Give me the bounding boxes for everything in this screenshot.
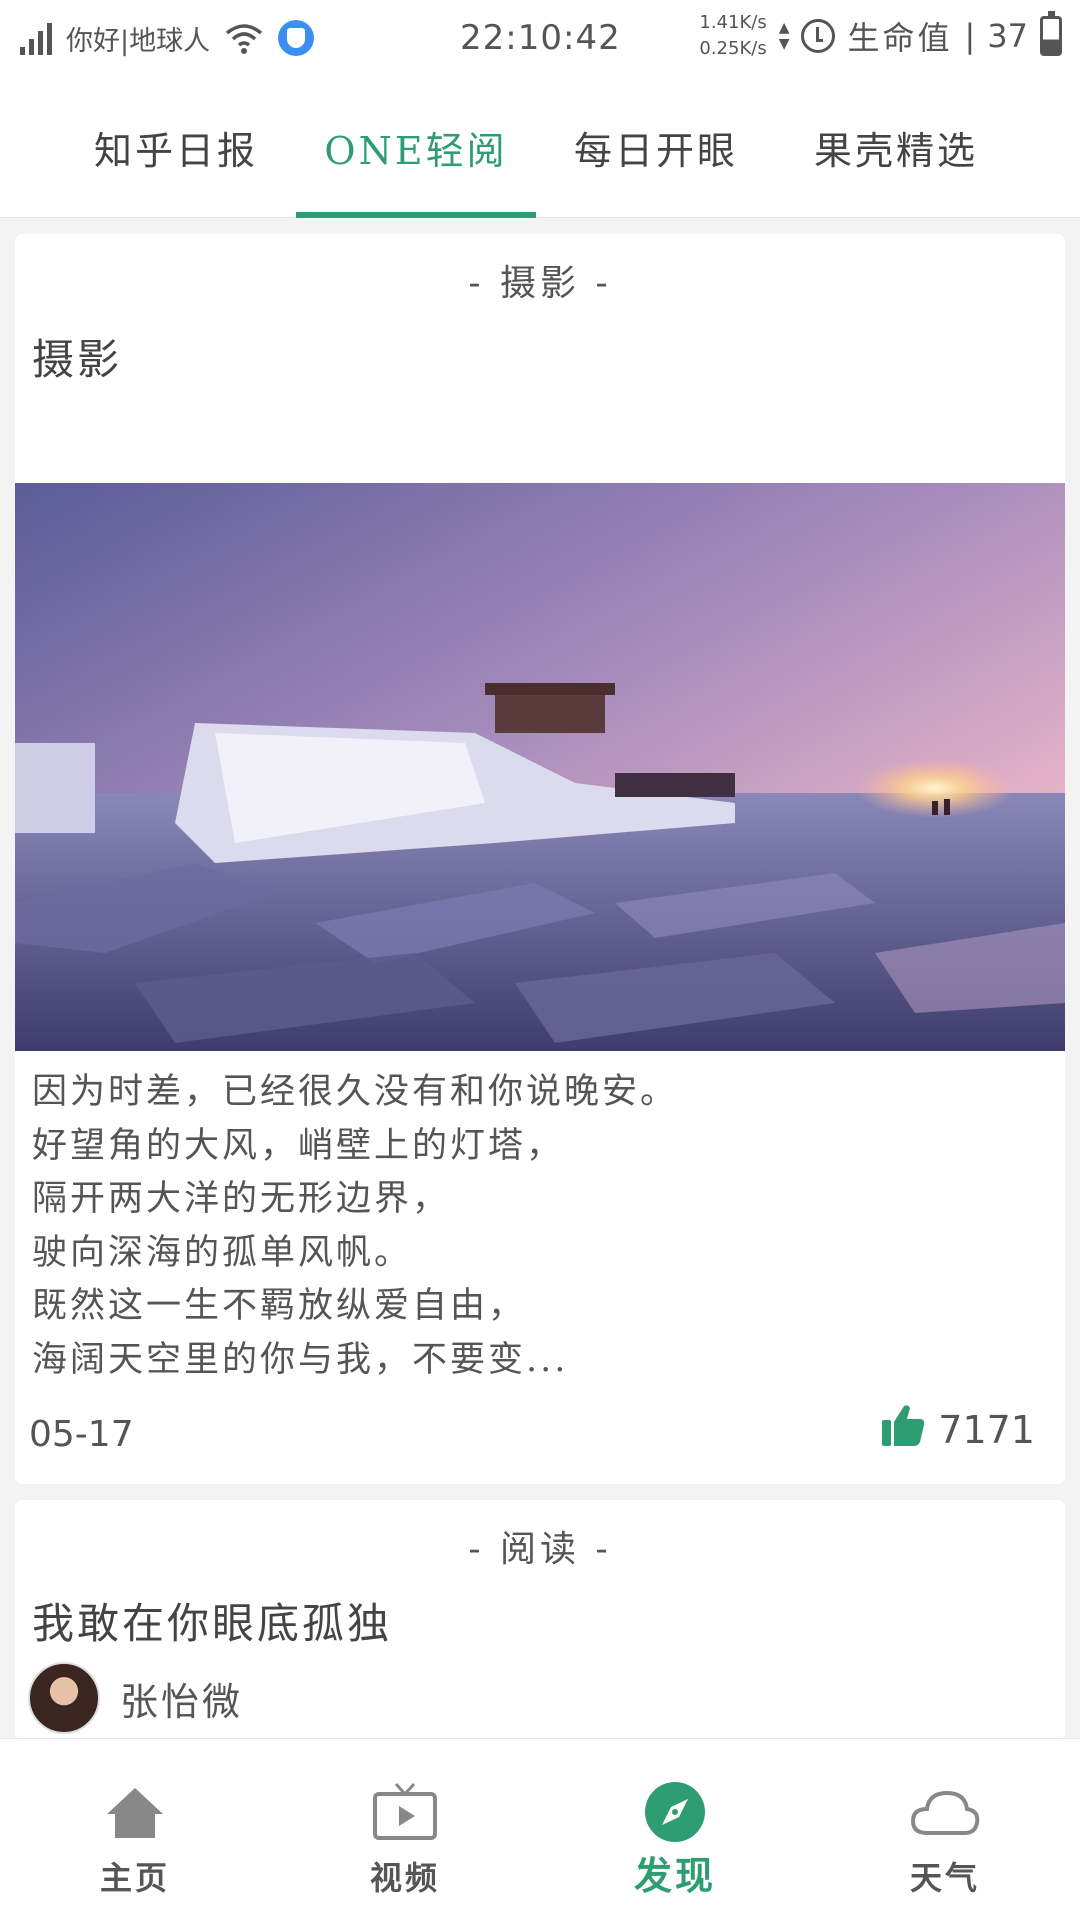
thumbs-up-icon	[880, 1402, 926, 1457]
nav-label: 天气	[909, 1859, 980, 1897]
battery-level: 37	[987, 17, 1028, 55]
status-time: 22:10:42	[460, 18, 621, 58]
author-name[interactable]: 张怡微	[120, 1671, 243, 1726]
excerpt-line: 既然这一生不羁放纵爱自由，	[32, 1286, 527, 1326]
net-up-speed: 1.41K/s	[699, 12, 767, 33]
article-date: 05-17	[29, 1414, 134, 1455]
status-bar: 你好|地球人 22:10:42 1.41K/s 0.25K/s ▲ ▼ 生命值 |…	[0, 0, 1080, 76]
network-speed: 1.41K/s 0.25K/s	[699, 10, 766, 62]
home-icon	[99, 1779, 171, 1845]
status-left: 你好|地球人	[20, 19, 315, 58]
tab-eyepetizer[interactable]: 每日开眼	[536, 76, 776, 218]
excerpt-line: 好望角的大风，峭壁上的灯塔，	[32, 1125, 565, 1166]
separator: |	[964, 17, 976, 55]
card-category: - 摄影 -	[468, 263, 612, 304]
photo-article-card[interactable]: - 摄影 - 摄影 因为时差，已经很久没有和你说晚安。 好望角的大风，峭壁上的灯…	[15, 234, 1065, 1484]
battery-icon	[1040, 11, 1062, 56]
status-right: 1.41K/s 0.25K/s ▲ ▼ 生命值 | 37	[699, 10, 1062, 62]
cloud-icon	[909, 1779, 981, 1845]
excerpt-line: 因为时差，已经很久没有和你说晚安。	[32, 1072, 679, 1112]
tv-icon	[369, 1779, 441, 1845]
tab-zhihu-daily[interactable]: 知乎日报	[56, 76, 296, 218]
card-title[interactable]: 我敢在你眼底孤独	[15, 1590, 1065, 1651]
nav-home[interactable]: 主页	[0, 1739, 270, 1920]
avatar[interactable]	[28, 1662, 100, 1734]
net-down-speed: 0.25K/s	[699, 38, 767, 59]
like-count: 7171	[938, 1407, 1035, 1452]
reading-article-card[interactable]: - 阅读 - 我敢在你眼底孤独 张怡微	[15, 1500, 1065, 1740]
excerpt-line: 海阔天空里的你与我，不要变...	[32, 1339, 569, 1380]
bottom-navigation: 主页 视频 发现 天气	[0, 1738, 1080, 1920]
signal-icon	[20, 21, 52, 55]
nav-label: 主页	[99, 1859, 170, 1897]
tab-guokr-selection[interactable]: 果壳精选	[776, 76, 1016, 218]
life-label: 生命值	[847, 19, 953, 57]
alarm-icon	[801, 19, 836, 53]
nav-weather[interactable]: 天气	[810, 1739, 1080, 1920]
wifi-icon	[224, 21, 264, 55]
excerpt-line: 隔开两大洋的无形边界，	[32, 1179, 451, 1219]
author-info[interactable]: 张怡微	[28, 1662, 243, 1734]
shield-icon	[278, 20, 315, 56]
top-tabs: 知乎日报 ONE轻阅 每日开眼 果壳精选	[0, 76, 1080, 218]
up-down-arrows-icon: ▲ ▼	[778, 20, 790, 52]
card-category: - 阅读 -	[468, 1529, 612, 1570]
nav-discover[interactable]: 发现	[540, 1739, 810, 1920]
nav-video[interactable]: 视频	[270, 1739, 540, 1920]
article-excerpt: 因为时差，已经很久没有和你说晚安。 好望角的大风，峭壁上的灯塔， 隔开两大洋的无…	[32, 1066, 1032, 1387]
compass-icon	[639, 1779, 711, 1845]
excerpt-line: 驶向深海的孤单风帆。	[32, 1232, 413, 1273]
like-button[interactable]: 7171	[880, 1402, 1035, 1457]
nav-label: 发现	[633, 1853, 716, 1898]
carrier-name: 你好|地球人	[66, 25, 211, 57]
article-photo[interactable]	[15, 483, 1065, 1051]
card-title[interactable]: 摄影	[15, 326, 1065, 387]
tab-one-reading[interactable]: ONE轻阅	[296, 76, 536, 218]
nav-label: 视频	[369, 1859, 440, 1897]
